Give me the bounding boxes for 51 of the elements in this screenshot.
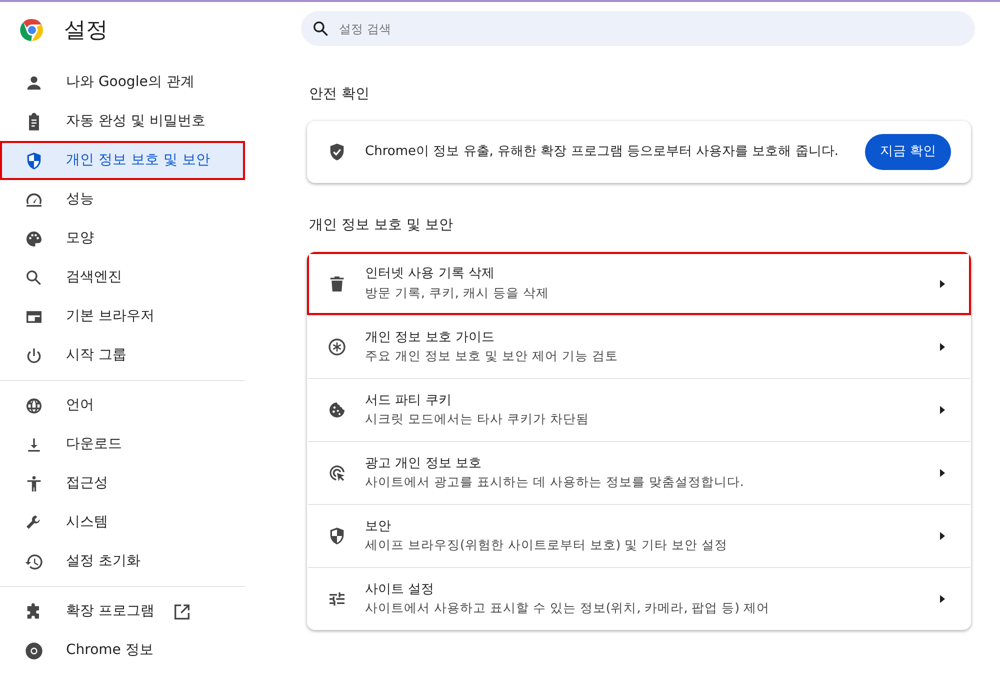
sidebar-item[interactable]: 검색엔진 <box>0 258 245 297</box>
cookie-icon <box>327 400 347 420</box>
safety-check-description: Chrome이 정보 유출, 유해한 확장 프로그램 등으로부터 사용자를 보호해 줍니다. <box>365 143 840 162</box>
history-icon <box>24 552 44 572</box>
settings-row[interactable]: 서드 파티 쿠키 시크릿 모드에서는 타사 쿠키가 차단됨 <box>307 378 971 441</box>
cursor-target-icon <box>327 463 347 483</box>
search-icon <box>24 268 44 288</box>
sidebar-item[interactable]: 개인 정보 보호 및 보안 <box>0 141 245 180</box>
settings-row[interactable]: 사이트 설정 사이트에서 사용하고 표시할 수 있는 정보(위치, 카메라, 팝업 등) 제어 <box>307 567 971 630</box>
row-title: 광고 개인 정보 보호 <box>365 454 482 473</box>
row-title: 사이트 설정 <box>365 580 436 599</box>
sidebar-item[interactable]: 설정 초기화 <box>0 542 245 581</box>
section-heading: 개인 정보 보호 및 보안 <box>309 216 454 235</box>
sidebar-item[interactable]: 모양 <box>0 219 245 258</box>
sidebar-item[interactable]: 나와 Google의 관계 <box>0 63 245 102</box>
row-subtitle: 주요 개인 정보 보호 및 보안 제어 기능 검토 <box>365 347 619 366</box>
caret-icon <box>937 342 947 352</box>
check-now-button[interactable]: 지금 확인 <box>864 134 951 170</box>
search-field[interactable]: 설정 검색 <box>301 11 975 46</box>
settings-row[interactable]: 개인 정보 보호 가이드 주요 개인 정보 보호 및 보안 제어 기능 검토 <box>307 315 971 378</box>
row-subtitle: 세이프 브라우징(위험한 사이트로부터 보호) 및 기타 보안 설정 <box>365 536 729 554</box>
sidebar-item[interactable]: 자동 완성 및 비밀번호 <box>0 102 245 141</box>
palette-icon <box>24 228 44 248</box>
sidebar-item[interactable]: 언어 <box>0 386 245 425</box>
sidebar-item[interactable]: 기본 브라우저 <box>0 297 245 336</box>
row-title: 개인 정보 보호 가이드 <box>365 328 496 347</box>
settings-row[interactable]: 보안 세이프 브라우징(위험한 사이트로부터 보호) 및 기타 보안 설정 <box>307 504 971 567</box>
row-title: 인터넷 사용 기록 삭제 <box>365 265 496 284</box>
sidebar-item[interactable]: 다운로드 <box>0 425 245 464</box>
sidebar-item[interactable]: Chrome 정보 <box>0 631 245 670</box>
sidebar-item[interactable]: 확장 프로그램 <box>0 592 245 631</box>
row-title: 보안 <box>365 518 392 536</box>
row-subtitle: 방문 기록, 쿠키, 캐시 등을 삭제 <box>365 284 550 302</box>
sidebar-item[interactable]: 성능 <box>0 180 245 219</box>
row-subtitle: 사이트에서 사용하고 표시할 수 있는 정보(위치, 카메라, 팝업 등) 제어 <box>365 599 770 618</box>
settings-row[interactable]: 인터넷 사용 기록 삭제 방문 기록, 쿠키, 캐시 등을 삭제 <box>307 252 971 315</box>
sidebar-item[interactable]: 시작 그룹 <box>0 336 245 375</box>
sidebar-item[interactable]: 시스템 <box>0 503 245 542</box>
row-subtitle: 사이트에서 광고를 표시하는 데 사용하는 정보를 맞춤설정합니다. <box>365 473 745 492</box>
sidebar-item[interactable]: 접근성 <box>0 464 245 503</box>
caret-icon <box>937 405 947 415</box>
caret-icon <box>937 594 947 604</box>
page-title: 설정 <box>64 16 108 44</box>
caret-icon <box>937 468 947 478</box>
row-title: 서드 파티 쿠키 <box>365 392 452 410</box>
caret-icon <box>937 278 947 288</box>
section-heading: 안전 확인 <box>309 85 370 104</box>
row-subtitle: 시크릿 모드에서는 타사 쿠키가 차단됨 <box>365 410 590 428</box>
caret-icon <box>937 531 947 541</box>
globe-icon <box>24 396 44 416</box>
settings-row[interactable]: 광고 개인 정보 보호 사이트에서 광고를 표시하는 데 사용하는 정보를 맞춤설정합니다. <box>307 441 971 504</box>
